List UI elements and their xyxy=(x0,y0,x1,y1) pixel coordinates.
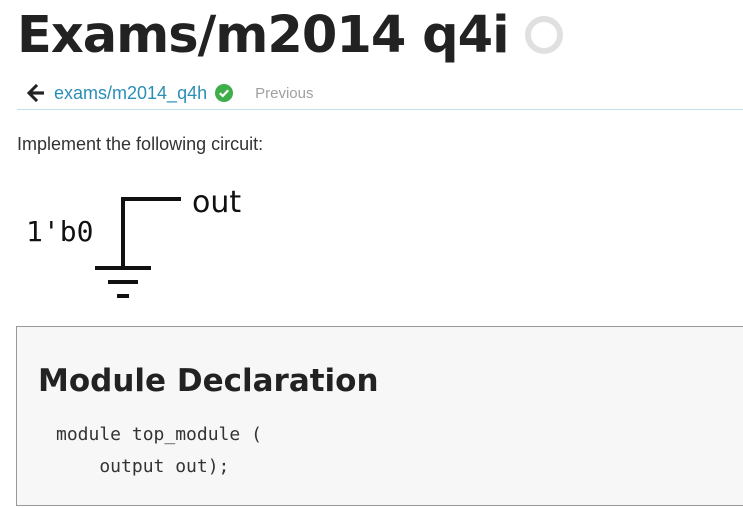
arrow-left-icon[interactable] xyxy=(26,83,46,103)
code-line: output out); xyxy=(56,456,230,477)
previous-label[interactable]: Previous xyxy=(255,85,313,102)
problem-description: Implement the following circuit: xyxy=(17,134,264,154)
circuit-output-label: out xyxy=(192,185,241,220)
module-declaration-box: Module Declaration module top_module ( o… xyxy=(16,326,743,506)
circuit-input-label: 1'b0 xyxy=(26,215,93,248)
ground-wire xyxy=(121,197,181,268)
title-row: Exams/m2014 q4i xyxy=(17,0,563,70)
code-line: module top_module ( xyxy=(56,424,262,445)
module-declaration-heading: Module Declaration xyxy=(38,363,379,399)
check-circle-icon xyxy=(215,84,234,102)
page: Exams/m2014 q4i exams/m2014_q4h Previous… xyxy=(0,0,743,508)
page-title: Exams/m2014 q4i xyxy=(17,5,510,65)
module-code: module top_module ( output out); xyxy=(56,419,262,483)
ground-symbol-icon xyxy=(95,266,151,298)
problem-nav: exams/m2014_q4h Previous xyxy=(17,77,743,110)
status-circle-icon xyxy=(524,16,563,54)
circuit-diagram: 1'b0 out xyxy=(26,185,241,298)
previous-problem-link[interactable]: exams/m2014_q4h xyxy=(54,83,207,104)
